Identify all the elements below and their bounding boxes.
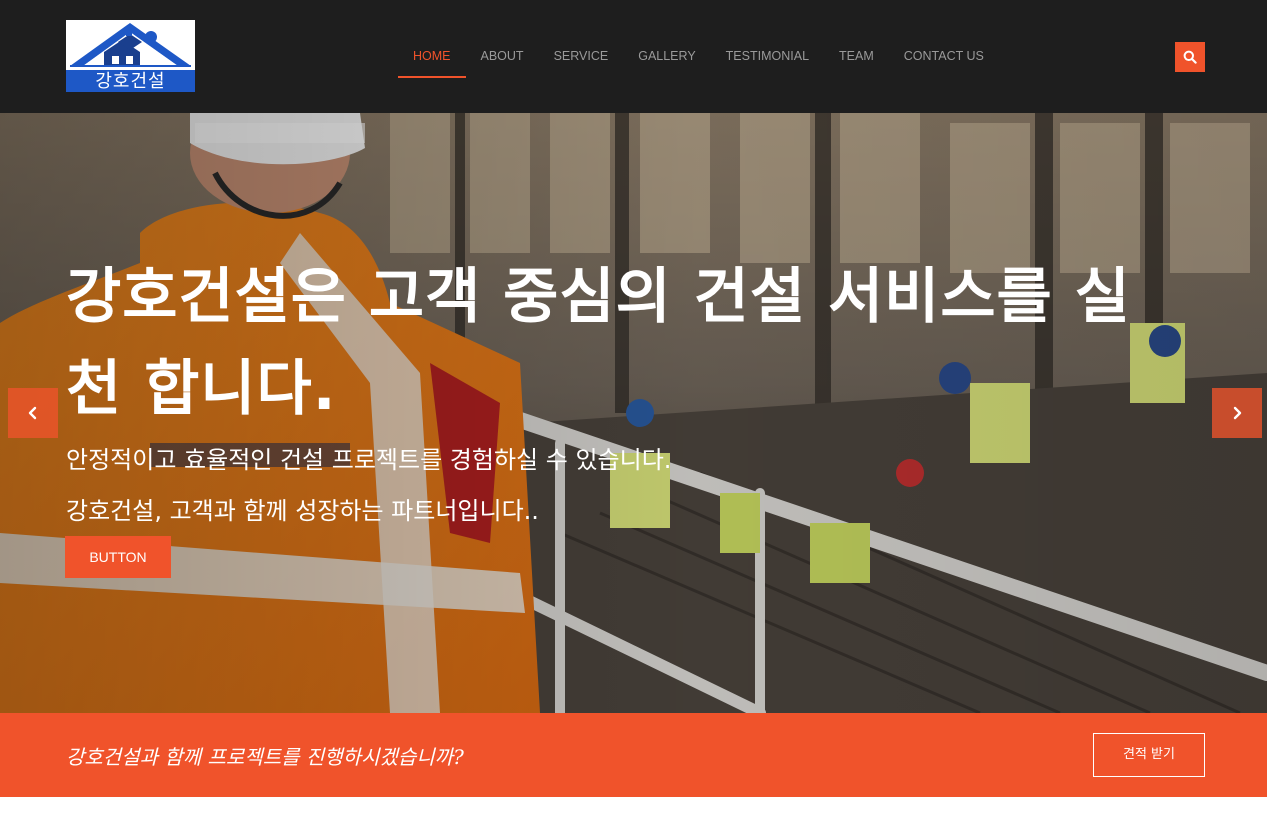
- nav-item-testimonial[interactable]: TESTIMONIAL: [711, 34, 824, 78]
- logo[interactable]: 강호건설: [66, 20, 195, 92]
- nav-item-contact-us[interactable]: CONTACT US: [889, 34, 999, 78]
- hero-subtitle-1: 안정적이고 효율적인 건설 프로젝트를 경험하실 수 있습니다.: [66, 446, 672, 474]
- main-nav: HOME ABOUT SERVICE GALLERY TESTIMONIAL T…: [398, 34, 999, 78]
- hero-button[interactable]: BUTTON: [65, 536, 171, 578]
- slider-prev-button[interactable]: [8, 388, 58, 438]
- chevron-right-icon: [1233, 406, 1242, 420]
- slider-next-button[interactable]: [1212, 388, 1262, 438]
- nav-item-service[interactable]: SERVICE: [539, 34, 624, 78]
- hero-title: 강호건설은 고객 중심의 건설 서비스를 실천 합니다.: [66, 262, 1131, 424]
- cta-bar: 강호건설과 함께 프로젝트를 진행하시겠습니까? 견적 받기: [0, 713, 1267, 797]
- search-button[interactable]: [1175, 42, 1205, 72]
- nav-item-about[interactable]: ABOUT: [466, 34, 539, 78]
- search-icon: [1183, 50, 1197, 64]
- nav-item-team[interactable]: TEAM: [824, 34, 889, 78]
- site-header: 강호건설 HOME ABOUT SERVICE GALLERY TESTIMON…: [0, 0, 1267, 113]
- cta-text: 강호건설과 함께 프로젝트를 진행하시겠습니까?: [66, 745, 464, 769]
- nav-item-home[interactable]: HOME: [398, 34, 466, 78]
- logo-name: 강호건설: [66, 68, 195, 92]
- chevron-left-icon: [28, 406, 37, 420]
- hero-subtitle-2: 강호건설, 고객과 함께 성장하는 파트너입니다..: [66, 497, 539, 525]
- get-quote-button[interactable]: 견적 받기: [1093, 733, 1205, 777]
- hero-slider: 강호건설은 고객 중심의 건설 서비스를 실천 합니다. 안정적이고 효율적인 …: [0, 113, 1267, 713]
- house-roof-logo-graphic: [66, 20, 195, 68]
- nav-item-gallery[interactable]: GALLERY: [623, 34, 710, 78]
